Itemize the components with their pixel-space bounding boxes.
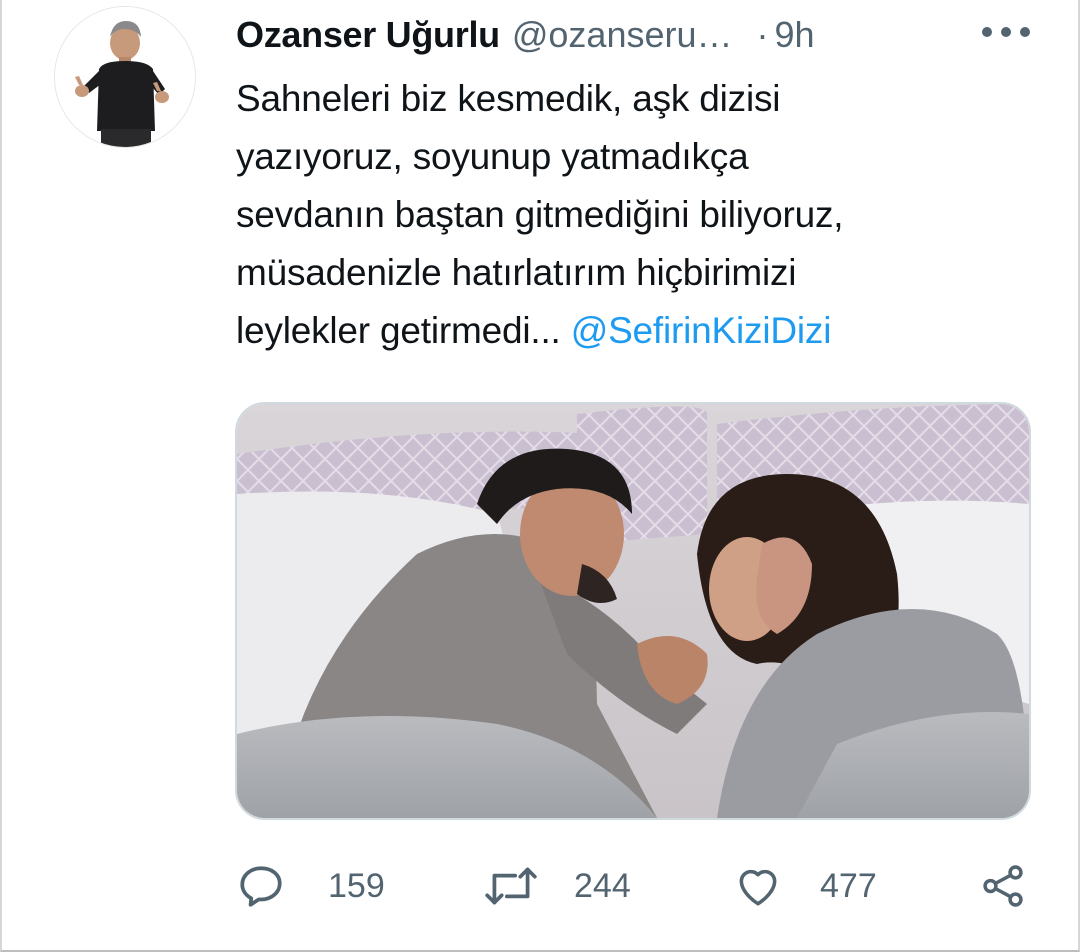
tweet-media-photo[interactable] — [235, 402, 1031, 820]
tweet-text-line: Sahneleri biz kesmedik, aşk dizisi — [236, 78, 781, 119]
more-options-button[interactable] — [976, 14, 1036, 50]
mention-link[interactable]: @SefirinKiziDizi — [571, 310, 832, 351]
retweet-button[interactable]: 244 — [482, 856, 631, 916]
tweet-time[interactable]: 9h — [775, 14, 815, 56]
author-handle[interactable]: @ozanseru… — [512, 14, 733, 56]
photo-image — [237, 404, 1029, 818]
tweet-text-line: müsadenizle hatırlatırım hiçbirimizi — [236, 252, 797, 293]
tweet-actions-bar: 159 244 477 — [236, 856, 1036, 916]
author-name[interactable]: Ozanser Uğurlu — [236, 14, 500, 56]
tweet-header: Ozanser Uğurlu @ozanseru… · 9h — [236, 10, 1036, 60]
like-button[interactable]: 477 — [732, 856, 877, 916]
more-horizontal-icon — [982, 27, 1030, 37]
tweet-text: Sahneleri biz kesmedik, aşk dizisi yazıy… — [236, 70, 1036, 360]
tweet-text-line: sevdanın baştan gitmediğini biliyoruz, — [236, 194, 844, 235]
retweet-icon — [485, 867, 537, 905]
retweet-count: 244 — [574, 866, 631, 905]
tweet-text-line: yazıyoruz, soyunup yatmadıkça — [236, 136, 749, 177]
reply-count: 159 — [328, 866, 385, 905]
tweet-text-last-line: leylekler getirmedi... @SefirinKiziDizi — [236, 302, 1036, 360]
heart-icon — [739, 869, 777, 906]
tweet-text-fragment: leylekler getirmedi... — [236, 310, 561, 351]
tweet-card[interactable]: Ozanser Uğurlu @ozanseru… · 9h Sahneleri… — [0, 0, 1080, 952]
reply-button[interactable]: 159 — [236, 856, 385, 916]
time-separator: · — [756, 14, 769, 55]
like-count: 477 — [820, 866, 877, 905]
author-avatar[interactable] — [54, 6, 196, 148]
share-icon — [983, 865, 1023, 907]
avatar-photo — [55, 7, 195, 147]
reply-icon — [240, 866, 282, 907]
share-button[interactable] — [978, 856, 1028, 916]
